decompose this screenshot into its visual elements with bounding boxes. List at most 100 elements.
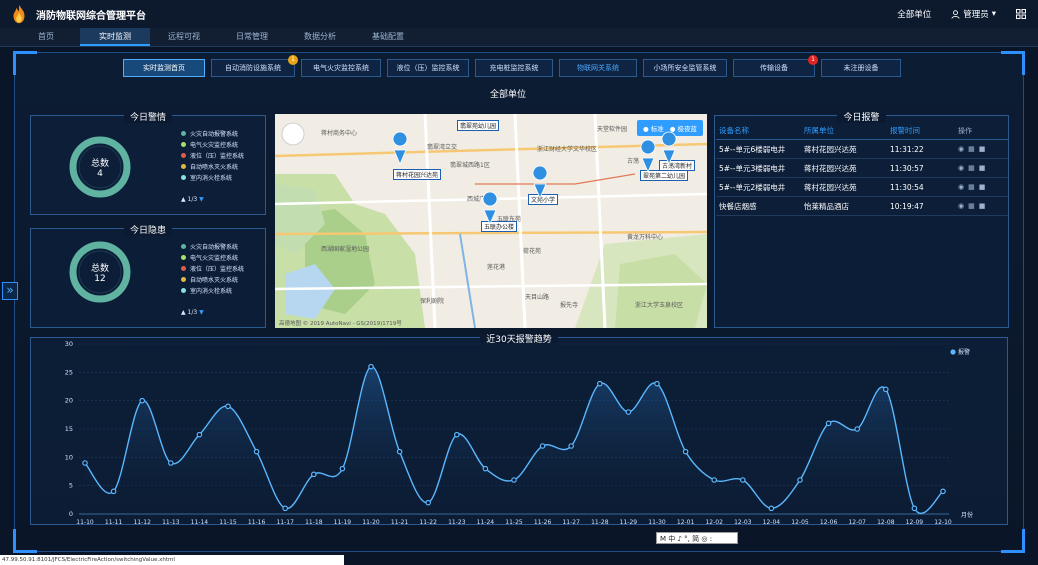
view-icon[interactable]: ◉ [958,183,964,191]
expand-sidebar-icon[interactable]: » [2,282,18,300]
row-actions: ◉ ▦ ■ [958,183,1008,191]
nav-daily[interactable]: 日常管理 [218,28,286,46]
alarm-time: 11:31:22 [890,144,924,154]
nav-realtime[interactable]: 实时监测 [80,28,150,46]
tab-iot-gateway[interactable]: 物联网关系统 [559,59,637,77]
video-icon[interactable]: ■ [979,183,986,191]
toggle-standard[interactable]: ● 标准 [643,123,664,133]
user-name: 管理员 [963,10,989,20]
y-tick-label: 5 [69,482,73,490]
legend-label: 电气火灾监控系统 [190,255,239,262]
data-point [854,426,861,432]
view-icon[interactable]: ◉ [958,164,964,172]
user-icon [951,9,960,19]
nav-remote[interactable]: 远程可视 [150,28,218,46]
map-marker-label[interactable]: 五联办公楼 [481,221,518,232]
map-marker-label[interactable]: 蒋村花园兴达苑 [393,169,442,180]
trend-chart-panel: 近30天报警趋势 0 5 10 15 20 25 30 11-10 11-11 11-12 11-1… [30,335,1008,526]
data-point [425,499,432,506]
data-point [739,477,746,483]
unit-name: 蒋村花园兴达苑 [804,182,857,192]
x-tick-label: 11-27 [562,519,580,526]
x-tick-label: 12-04 [763,519,781,526]
ime-toolbar[interactable]: M 中 ♪ °, 简 ◎ : [656,532,738,544]
map-place: 翡翠城西路1区 [450,162,490,169]
status-url: 47.99.50.91:8101/JFCS/ElectricFireAction… [0,555,344,565]
video-icon[interactable]: ■ [979,145,986,153]
table-row[interactable]: 快餐店烟感 怡莱精品酒店 10:19:47 ◉ ▦ ■ [716,197,1008,216]
nav-config[interactable]: 基础配置 [354,28,422,46]
table-row[interactable]: 5#--单元3楼弱电井 蒋村花园兴达苑 11:30:57 ◉ ▦ ■ [716,159,1008,178]
map-place: 古荡 [627,158,640,165]
unit-name: 蒋村花园兴达苑 [804,144,857,154]
tab-liquid-level[interactable]: 液位（压）监控系统 [387,59,469,77]
series-area [85,366,943,514]
x-tick-label: 11-14 [191,519,209,526]
x-tick-label: 12-07 [848,519,866,526]
map-marker-label[interactable]: 翠苑第二幼儿园 [640,170,689,181]
alarm-total: 总数 4 [67,156,133,179]
today-alarm-panel: 今日警情 总数 4 火灾自动报警系统 电气火灾监控系统 液位（压）监控系统 自动… [30,113,266,215]
table-row[interactable]: 5#--单元2楼弱电井 蒋村花园兴达苑 11:30:54 ◉ ▦ ■ [716,178,1008,197]
unit-map[interactable]: ● 标准 ● 极夜蓝 蒋村商务中心 翡翠湾立交 翡翠城西路1区 西城广场 五联东… [275,114,707,328]
x-tick-label: 12-08 [877,519,895,526]
map-marker-label[interactable]: 翡翠苑幼儿园 [457,120,500,131]
col-header: 报警时间 [890,126,920,135]
tab-transmission[interactable]: 传输设备 1 [733,55,818,77]
nav-analysis[interactable]: 数据分析 [286,28,354,46]
legend-item: 电气火灾监控系统 [181,139,244,150]
map-style-toggle[interactable]: ● 标准 ● 极夜蓝 [637,120,703,136]
view-icon[interactable]: ◉ [958,202,964,210]
data-point [339,465,346,472]
col-header: 操作 [958,126,972,135]
detail-icon[interactable]: ▦ [968,183,975,191]
detail-icon[interactable]: ▦ [968,145,975,153]
map-place: 浙江大学玉泉校区 [635,302,684,309]
tab-label: 自动消防设施系统 [225,64,281,72]
alarm-time: 10:19:47 [890,201,924,211]
legend-label: 火灾自动报警系统 [190,244,239,251]
toggle-night[interactable]: ● 极夜蓝 [670,123,697,133]
detail-icon[interactable]: ▦ [968,164,975,172]
y-tick-label: 15 [65,425,73,433]
unit-selector[interactable]: 全部单位 [897,8,931,20]
x-tick-label: 11-19 [334,519,352,526]
tab-realtime-home[interactable]: 实时监测首页 [123,59,205,77]
tab-small-venue[interactable]: 小场所安全监管系统 [643,59,727,77]
nav-home[interactable]: 首页 [12,28,80,46]
tab-charging-pile[interactable]: 充电桩监控系统 [475,59,553,77]
y-tick-label: 10 [65,453,73,461]
hazard-legend-pager[interactable]: ▲ 1/3 ▼ [181,309,204,316]
data-point [682,448,689,455]
alarm-time: 11:30:54 [890,182,924,192]
video-icon[interactable]: ■ [979,164,986,172]
data-point [768,505,775,512]
x-tick-label: 11-17 [276,519,294,526]
x-tick-label: 12-09 [906,519,924,526]
frame-corner [13,529,37,553]
fire-logo-icon [13,4,25,24]
view-icon[interactable]: ◉ [958,145,964,153]
user-menu[interactable]: 管理员 ▾ [951,8,996,20]
data-point [940,488,946,495]
data-point [797,477,803,483]
map-place: 蒋村商务中心 [321,130,358,137]
map-place: 黄龙万科中心 [627,234,664,241]
tab-electric-fire[interactable]: 电气火灾监控系统 [301,59,381,77]
device-name: 快餐店烟感 [719,201,757,211]
col-header: 设备名称 [719,126,749,135]
data-point [825,420,832,427]
x-tick-label: 11-25 [505,519,523,526]
detail-icon[interactable]: ▦ [968,202,975,210]
table-row[interactable]: 5#--单元6楼弱电井 蒋村花园兴达苑 11:31:22 ◉ ▦ ■ [716,140,1008,159]
tab-unregistered[interactable]: 未注册设备 [821,59,901,77]
total-label: 总数 [90,159,109,169]
data-point [511,477,517,483]
y-tick-label: 25 [65,368,73,376]
tab-auto-fire[interactable]: 自动消防设施系统 1 [211,55,298,77]
map-marker-label[interactable]: 文苑小学 [528,194,559,205]
alarm-legend-pager[interactable]: ▲ 1/3 ▼ [181,196,204,203]
video-icon[interactable]: ■ [979,202,986,210]
legend-item: 室内消火栓系统 [181,285,244,296]
grid-menu-icon[interactable] [1016,9,1026,19]
